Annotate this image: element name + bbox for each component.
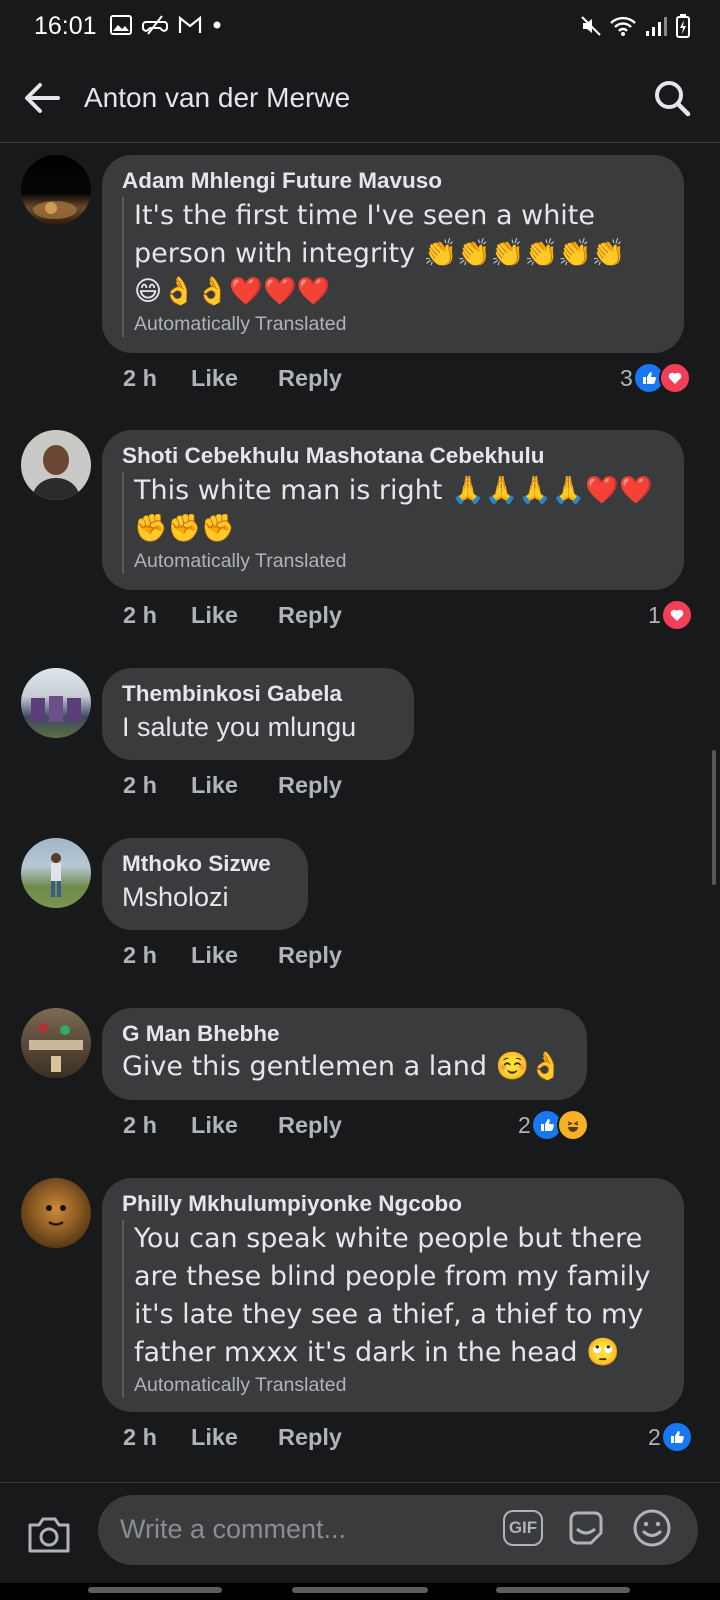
comment-time: 2 h	[123, 365, 157, 391]
comment-time: 2 h	[123, 1424, 157, 1450]
comment-bubble[interactable]: G Man Bhebhe Give this gentlemen a land …	[102, 1008, 587, 1100]
reaction-summary[interactable]: 3	[620, 362, 691, 394]
like-button[interactable]: Like	[191, 942, 238, 969]
comment-time: 2 h	[123, 942, 157, 968]
wifi-icon	[610, 16, 636, 36]
comment-text-line: This white man is right 🙏🙏🙏🙏❤️❤️	[134, 475, 653, 506]
comment-text-line: person with integrity 👏👏👏👏👏👏	[134, 238, 626, 269]
comment-actions: 2 h Like Reply	[123, 365, 382, 392]
comment-bubble[interactable]: Shoti Cebekhulu Mashotana Cebekhulu This…	[102, 430, 684, 590]
comment-actions: 2 h Like Reply	[123, 942, 382, 969]
system-nav-bar	[0, 1583, 720, 1600]
like-button[interactable]: Like	[191, 772, 238, 799]
comment-author[interactable]: Shoti Cebekhulu Mashotana Cebekhulu	[122, 442, 664, 470]
comment-composer: Write a comment... GIF	[0, 1482, 720, 1583]
comment-actions: 2 h Like Reply	[123, 772, 382, 799]
love-reaction-icon	[658, 362, 691, 394]
reply-button[interactable]: Reply	[278, 365, 342, 392]
comment-author[interactable]: G Man Bhebhe	[122, 1020, 567, 1048]
comment-actions: 2 h Like Reply	[123, 602, 382, 629]
status-time: 16:01	[34, 12, 97, 40]
search-icon[interactable]	[652, 78, 692, 118]
avatar[interactable]	[21, 155, 91, 225]
reaction-count: 2	[648, 1423, 661, 1450]
avatar[interactable]	[21, 668, 91, 738]
comment-text-line: It's the first time I've seen a white	[134, 200, 596, 231]
app-bar: Anton van der Merwe	[0, 52, 720, 143]
avatar[interactable]	[21, 838, 91, 908]
reaction-count: 3	[620, 364, 633, 391]
avatar[interactable]	[21, 1178, 91, 1248]
reaction-summary[interactable]: 2	[518, 1109, 589, 1141]
comment-text-line: 😄👌👌❤️❤️❤️	[134, 276, 331, 307]
comment-author[interactable]: Mthoko Sizwe	[122, 850, 288, 878]
translated-block: It's the first time I've seen a white pe…	[122, 197, 664, 337]
avatar[interactable]	[21, 430, 91, 500]
like-button[interactable]: Like	[191, 365, 238, 392]
comment-author[interactable]: Philly Mkhulumpiyonke Ngcobo	[122, 1190, 664, 1218]
reply-button[interactable]: Reply	[278, 1112, 342, 1139]
reaction-summary[interactable]: 2	[648, 1421, 693, 1453]
translated-note[interactable]: Automatically Translated	[134, 548, 664, 574]
translated-note[interactable]: Automatically Translated	[134, 1372, 664, 1398]
comment-time: 2 h	[123, 772, 157, 798]
comment-text-line: father mxxx it's dark in the head 🙄	[134, 1337, 620, 1368]
avatar[interactable]	[21, 1008, 91, 1078]
comment-time: 2 h	[123, 602, 157, 628]
comment-author[interactable]: Adam Mhlengi Future Mavuso	[122, 167, 664, 195]
comment-input-placeholder: Write a comment...	[120, 1514, 347, 1544]
comment-text: I salute you mlungu	[122, 712, 357, 742]
gallery-icon	[110, 15, 132, 35]
dot-icon	[213, 21, 221, 29]
comment-actions: 2 h Like Reply	[123, 1424, 382, 1451]
status-bar: 16:01	[0, 0, 720, 52]
comment-bubble[interactable]: Mthoko Sizwe Msholozi	[102, 838, 308, 930]
like-reaction-icon	[660, 1421, 693, 1453]
scrollbar-thumb[interactable]	[712, 750, 716, 885]
reply-button[interactable]: Reply	[278, 772, 342, 799]
translated-block: You can speak white people but there are…	[122, 1220, 664, 1398]
reply-button[interactable]: Reply	[278, 1424, 342, 1451]
page-title: Anton van der Merwe	[84, 82, 351, 113]
nav-home[interactable]	[292, 1587, 428, 1593]
love-reaction-icon	[660, 599, 693, 631]
comment-list[interactable]: Adam Mhlengi Future Mavuso It's the firs…	[0, 143, 720, 1483]
comment-actions: 2 h Like Reply	[123, 1112, 382, 1139]
reaction-summary[interactable]: 1	[648, 599, 693, 631]
comment-bubble[interactable]: Philly Mkhulumpiyonke Ngcobo You can spe…	[102, 1178, 684, 1412]
reply-button[interactable]: Reply	[278, 942, 342, 969]
reaction-count: 1	[648, 601, 661, 628]
camera-icon[interactable]	[26, 1513, 72, 1555]
comment-text-line: it's late they see a thief, a thief to m…	[134, 1299, 644, 1330]
battery-charging-icon	[676, 14, 690, 38]
comment-text-line: are these blind people from my family	[134, 1261, 651, 1292]
signal-icon	[646, 17, 667, 36]
like-button[interactable]: Like	[191, 1424, 238, 1451]
comment-author[interactable]: Thembinkosi Gabela	[122, 680, 394, 708]
comment-bubble[interactable]: Thembinkosi Gabela I salute you mlungu	[102, 668, 414, 760]
game-icon	[142, 15, 168, 35]
haha-reaction-icon	[556, 1109, 589, 1141]
reply-button[interactable]: Reply	[278, 602, 342, 629]
comment-input[interactable]: Write a comment... GIF	[98, 1495, 698, 1565]
nav-recent-apps[interactable]	[88, 1587, 222, 1593]
comment-text-line: ✊✊✊	[134, 513, 235, 544]
mute-icon	[581, 16, 601, 36]
sticker-icon[interactable]	[565, 1507, 607, 1549]
comment-bubble[interactable]: Adam Mhlengi Future Mavuso It's the firs…	[102, 155, 684, 353]
translated-note[interactable]: Automatically Translated	[134, 311, 664, 337]
comment-text-line: You can speak white people but there	[134, 1223, 643, 1254]
like-button[interactable]: Like	[191, 602, 238, 629]
comment-text: Give this gentlemen a land ☺️👌	[122, 1051, 563, 1082]
comment-time: 2 h	[123, 1112, 157, 1138]
reaction-count: 2	[518, 1111, 531, 1138]
comment-text: Msholozi	[122, 882, 229, 912]
translated-block: This white man is right 🙏🙏🙏🙏❤️❤️ ✊✊✊ Aut…	[122, 472, 664, 574]
emoji-icon[interactable]	[631, 1507, 673, 1549]
gif-button[interactable]: GIF	[503, 1510, 543, 1546]
nav-back[interactable]	[496, 1587, 630, 1593]
like-button[interactable]: Like	[191, 1112, 238, 1139]
back-arrow-icon[interactable]	[22, 78, 62, 118]
gmail-icon	[178, 15, 202, 33]
